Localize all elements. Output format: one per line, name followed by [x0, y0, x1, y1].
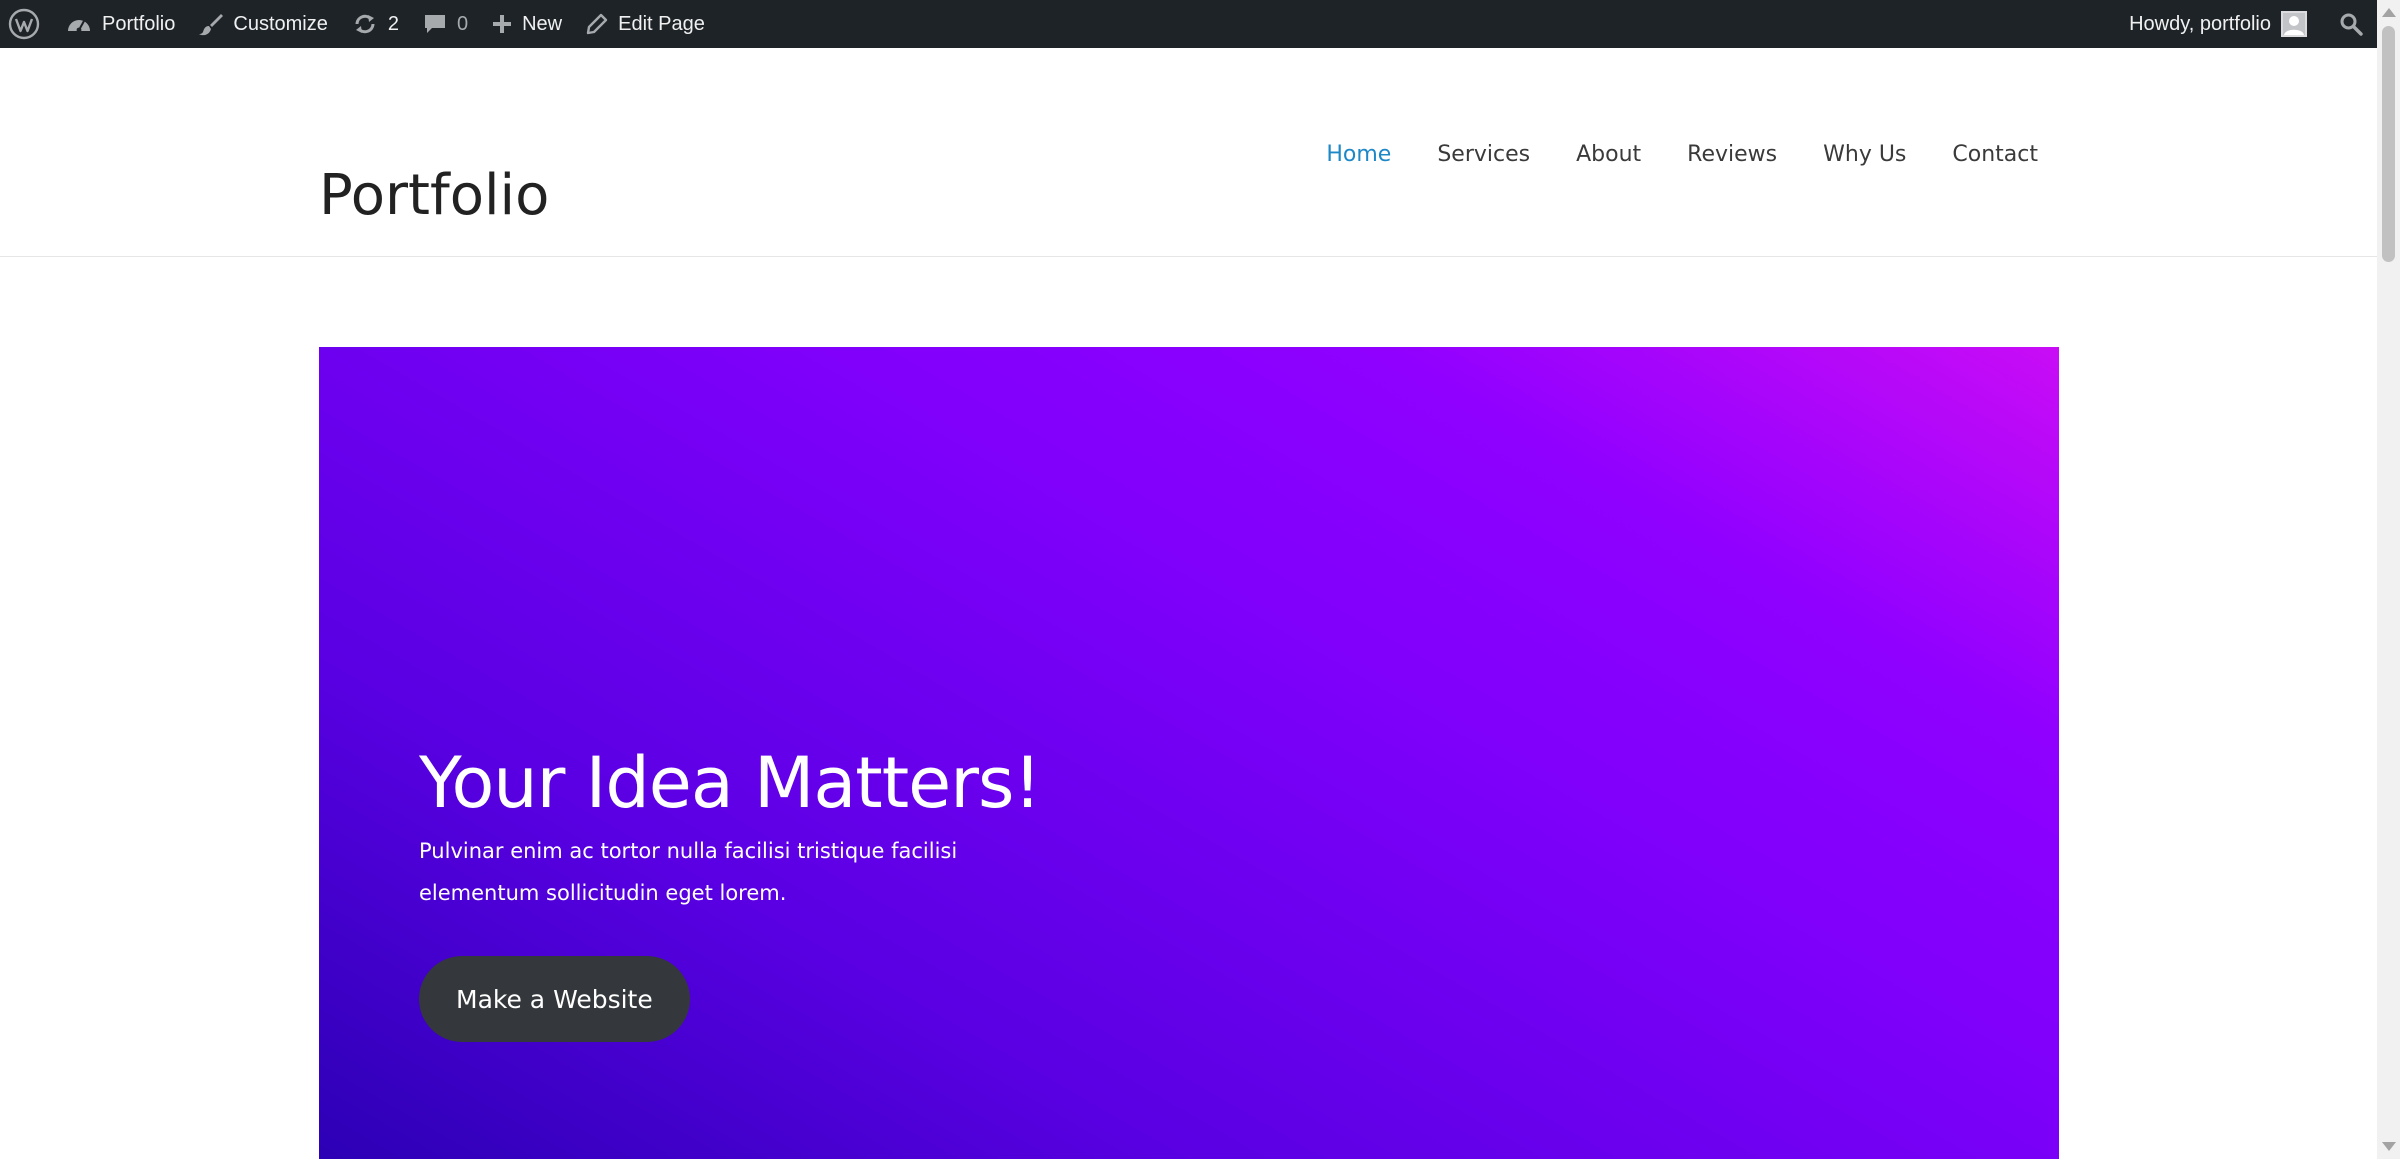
paintbrush-icon — [199, 12, 224, 36]
nav-item-services[interactable]: Services — [1437, 142, 1530, 167]
site-name-menu[interactable]: Portfolio — [54, 0, 187, 48]
site-name-label: Portfolio — [102, 12, 176, 35]
nav-item-reviews[interactable]: Reviews — [1687, 142, 1777, 167]
comment-bubble-icon — [423, 13, 447, 35]
nav-item-about[interactable]: About — [1576, 142, 1641, 167]
wordpress-menu[interactable] — [0, 0, 54, 48]
dashboard-icon — [66, 13, 92, 35]
hero-section: Your Idea Matters! Pulvinar enim ac tort… — [319, 347, 2059, 1159]
nav-item-contact[interactable]: Contact — [1952, 142, 2038, 167]
my-account-menu[interactable]: Howdy, portfolio — [2117, 0, 2319, 48]
greeting-label: Howdy, portfolio — [2129, 12, 2271, 35]
page-scrollbar[interactable] — [2377, 0, 2400, 1159]
updates-count: 2 — [387, 12, 399, 35]
updates-link[interactable]: 2 — [340, 0, 411, 48]
comments-link[interactable]: 0 — [411, 0, 480, 48]
pencil-icon — [586, 13, 608, 35]
comments-count: 0 — [456, 12, 469, 35]
nav-item-home[interactable]: Home — [1326, 142, 1391, 167]
customize-label: Customize — [233, 12, 328, 35]
new-label: New — [522, 12, 563, 35]
admin-bar-search[interactable] — [2319, 0, 2377, 48]
admin-bar: Portfolio Customize 2 0 New Edit Page Ho… — [0, 0, 2377, 48]
edit-page-label: Edit Page — [618, 12, 705, 35]
hero-title: Your Idea Matters! — [419, 742, 1042, 824]
make-website-button[interactable]: Make a Website — [419, 956, 690, 1043]
new-content-menu[interactable]: New — [480, 0, 574, 48]
search-icon — [2339, 12, 2363, 36]
plus-icon — [492, 14, 512, 34]
customize-link[interactable]: Customize — [187, 0, 339, 48]
site-header: Portfolio Home Services About Reviews Wh… — [0, 48, 2377, 257]
main-navigation: Home Services About Reviews Why Us Conta… — [1326, 142, 2038, 167]
scroll-thumb[interactable] — [2382, 26, 2395, 262]
site-title[interactable]: Portfolio — [319, 168, 549, 224]
edit-page-link[interactable]: Edit Page — [574, 0, 717, 48]
scroll-up-arrow-icon[interactable] — [2382, 8, 2396, 17]
admin-bar-right: Howdy, portfolio — [2117, 0, 2377, 48]
user-avatar-icon — [2281, 11, 2307, 37]
hero-content: Your Idea Matters! Pulvinar enim ac tort… — [419, 742, 1042, 1043]
admin-bar-left: Portfolio Customize 2 0 New Edit Page — [0, 0, 717, 48]
updates-icon — [352, 12, 378, 36]
scroll-down-arrow-icon[interactable] — [2382, 1142, 2396, 1151]
hero-text: Pulvinar enim ac tortor nulla facilisi t… — [419, 839, 958, 906]
nav-item-why-us[interactable]: Why Us — [1823, 142, 1906, 167]
wordpress-logo-icon — [8, 8, 40, 40]
